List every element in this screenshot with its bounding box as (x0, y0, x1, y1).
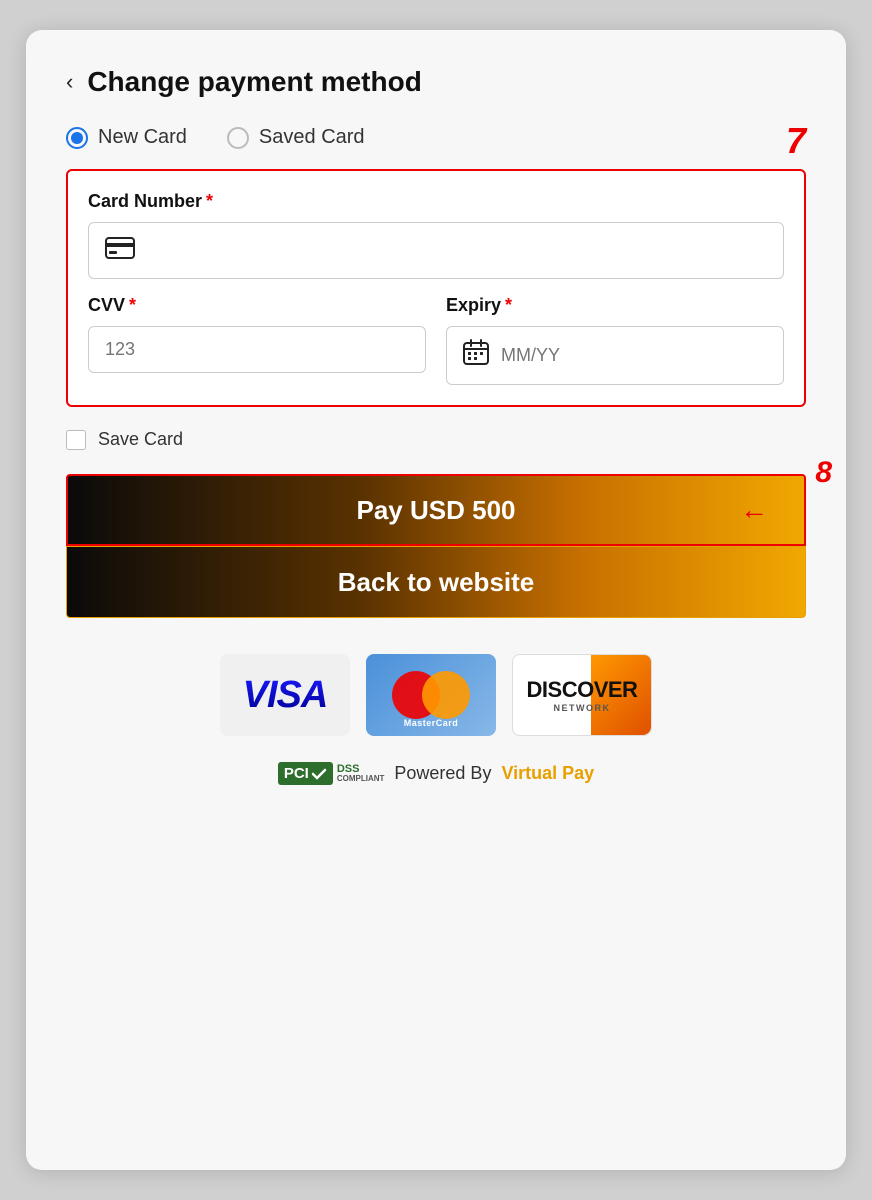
cvv-input[interactable] (105, 339, 409, 360)
back-button-label: Back to website (338, 567, 535, 598)
cvv-label: CVV * (88, 295, 426, 316)
discover-main-text: DISCOVER (527, 677, 638, 703)
card-number-label: Card Number * (88, 191, 784, 212)
expiry-wrapper[interactable] (446, 326, 784, 385)
new-card-option[interactable]: New Card (66, 126, 187, 149)
pci-box: PCI (278, 762, 333, 785)
discover-logo: DISCOVER NETWORK (512, 654, 652, 736)
mastercard-text: MasterCard (366, 718, 496, 728)
powered-by-text: Powered By (394, 763, 491, 784)
virtual-pay-text: Virtual Pay (501, 763, 594, 784)
required-star-card: * (206, 191, 213, 212)
annotation-badge-8: 8 (815, 456, 832, 490)
mastercard-logo: MasterCard (366, 654, 496, 736)
pci-badge: PCI DSS COMPLIANT (278, 762, 385, 785)
mastercard-circles (392, 671, 470, 719)
cvv-wrapper[interactable] (88, 326, 426, 373)
required-star-expiry: * (505, 295, 512, 316)
pay-button[interactable]: Pay USD 500 ← 8 (66, 474, 806, 546)
annotation-badge-7: 7 (786, 120, 806, 162)
action-buttons: Pay USD 500 ← 8 Back to website (66, 474, 806, 618)
pay-button-label: Pay USD 500 (357, 495, 516, 526)
save-card-row: Save Card (66, 429, 806, 450)
mc-yellow-circle (422, 671, 470, 719)
visa-logo: VISA (220, 654, 350, 736)
modal-header: ‹ Change payment method (66, 66, 806, 98)
powered-by-row: PCI DSS COMPLIANT Powered By Virtual Pay (66, 762, 806, 785)
dss-text: DSS COMPLIANT (337, 763, 385, 784)
expiry-input[interactable] (501, 345, 767, 366)
credit-card-icon (105, 235, 135, 266)
expiry-label: Expiry * (446, 295, 784, 316)
back-to-website-button[interactable]: Back to website (66, 546, 806, 618)
calendar-icon (463, 339, 489, 372)
back-icon[interactable]: ‹ (66, 71, 73, 93)
save-card-label: Save Card (98, 429, 183, 450)
saved-card-option[interactable]: Saved Card (227, 126, 365, 149)
discover-text-wrap: DISCOVER NETWORK (527, 677, 638, 713)
card-number-wrapper[interactable] (88, 222, 784, 279)
required-star-cvv: * (129, 295, 136, 316)
cvv-expiry-row: CVV * Expiry * (88, 295, 784, 385)
card-number-input[interactable] (147, 240, 767, 261)
card-form-section: Card Number * CVV * (66, 169, 806, 407)
checkmark-icon (311, 767, 327, 781)
new-card-radio[interactable] (66, 127, 88, 149)
saved-card-radio[interactable] (227, 127, 249, 149)
cvv-group: CVV * (88, 295, 426, 385)
expiry-group: Expiry * (446, 295, 784, 385)
payment-type-group: New Card Saved Card 7 (66, 126, 806, 149)
payment-modal: ‹ Change payment method New Card Saved C… (26, 30, 846, 1170)
visa-text: VISA (243, 674, 328, 717)
save-card-checkbox[interactable] (66, 430, 86, 450)
saved-card-label: Saved Card (259, 126, 365, 149)
arrow-icon: ← (740, 494, 768, 526)
discover-sub-text: NETWORK (553, 703, 610, 713)
payment-logos-row: VISA MasterCard DISCOVER NETWORK (66, 654, 806, 736)
new-card-label: New Card (98, 126, 187, 149)
page-title: Change payment method (87, 66, 421, 98)
